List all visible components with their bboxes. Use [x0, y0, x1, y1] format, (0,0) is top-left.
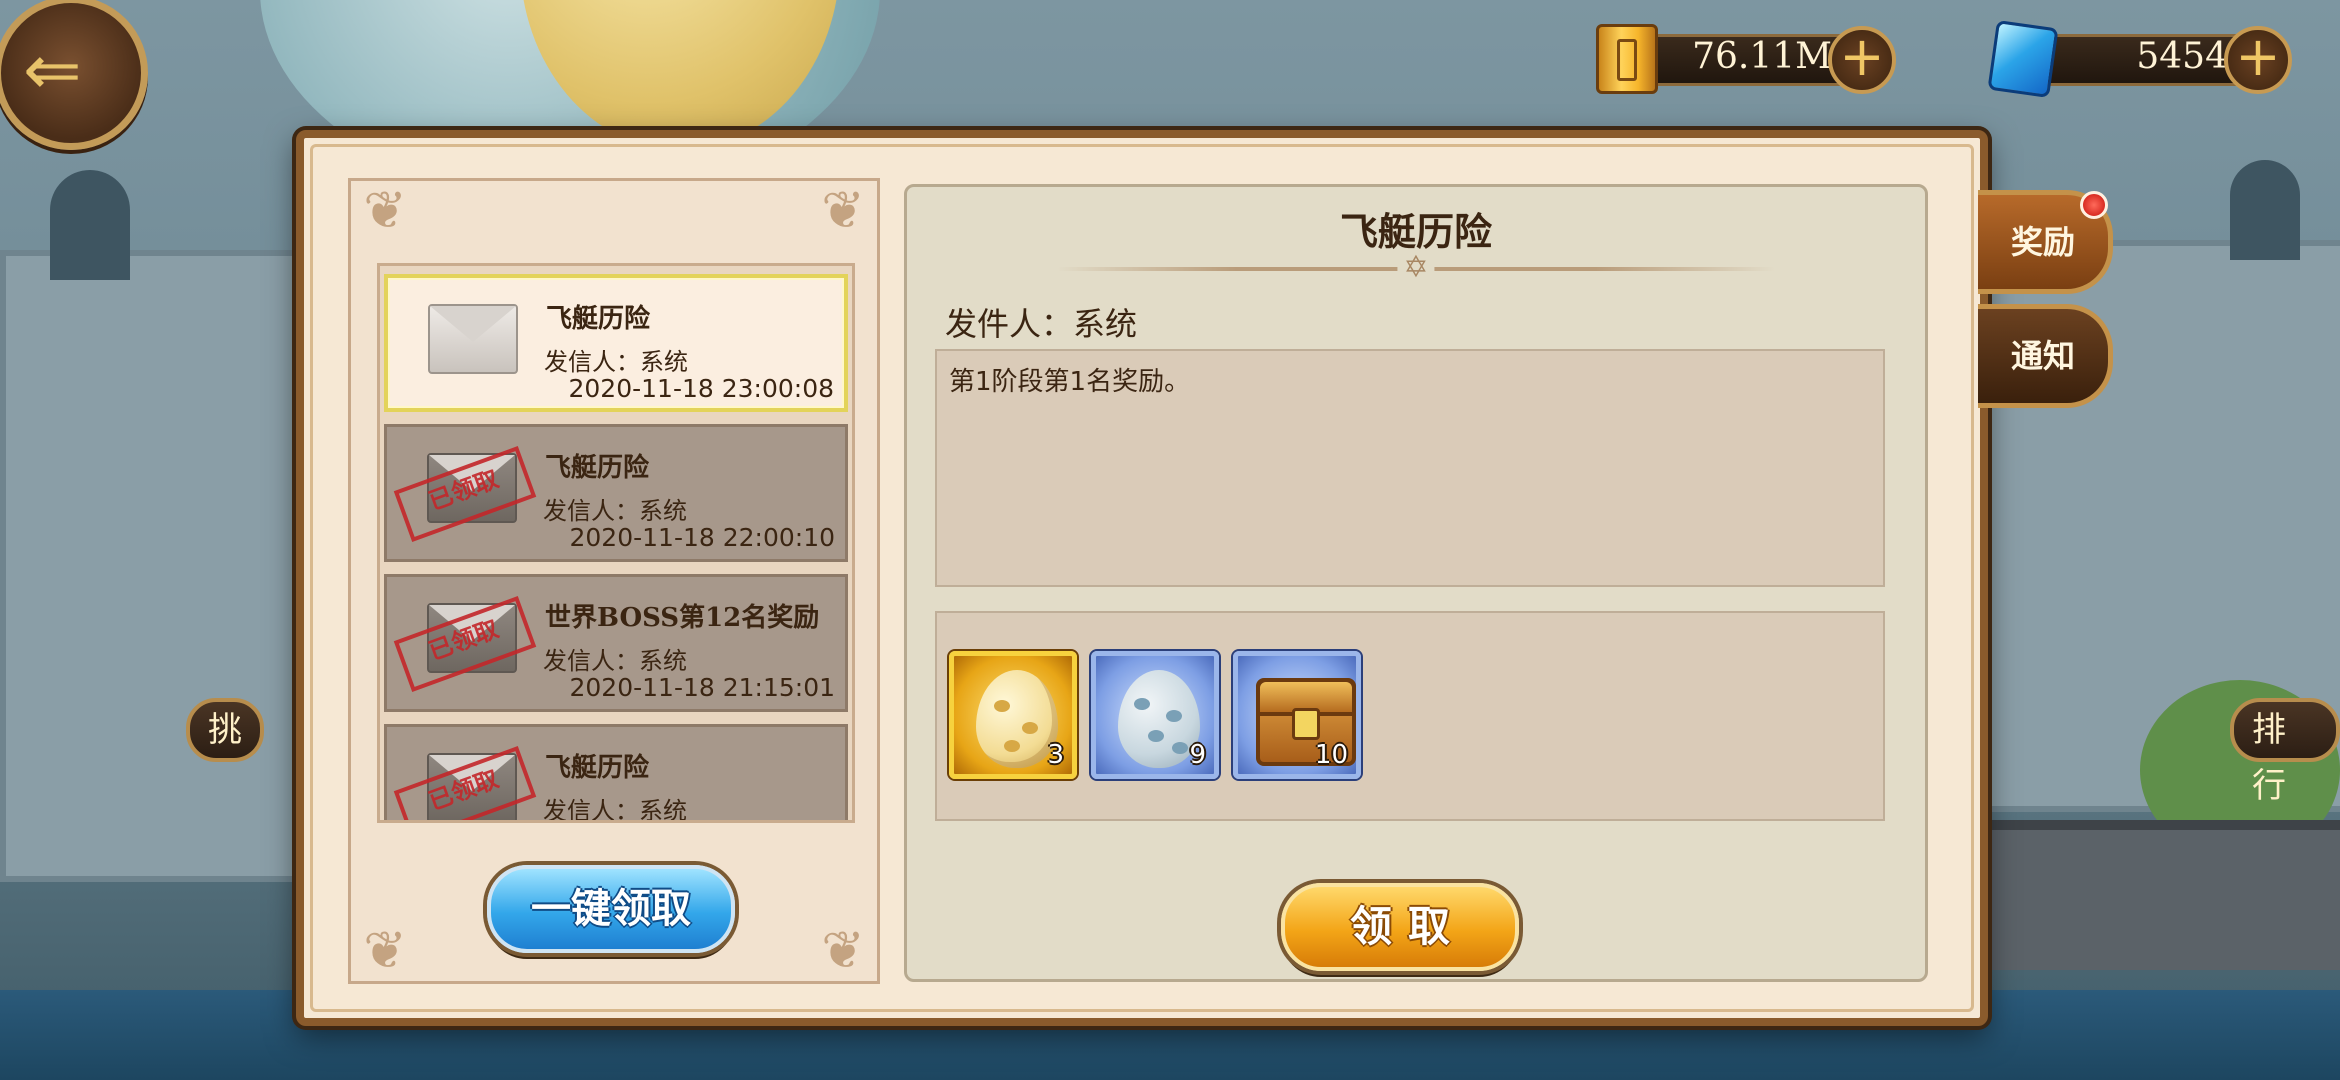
collect-button[interactable]: 领取	[1281, 883, 1519, 971]
mail-dialog: ❦ ❦ ❦ ❦ 飞艇历险 发信人：系统 2020-11-18 23:00:08 …	[296, 130, 1988, 1026]
tab-rewards[interactable]: 奖励	[1978, 190, 2113, 294]
mail-title: 飞艇历险	[546, 304, 651, 334]
tab-notices[interactable]: 通知	[1978, 304, 2113, 408]
add-gold-button[interactable]: +	[1828, 26, 1896, 94]
reward-item-golden-spiky-egg[interactable]: 3	[949, 651, 1077, 779]
mail-item[interactable]: 已领取 飞艇历险 发信人：系统 2020-11-18 22:00:10	[384, 424, 848, 562]
reward-count: 9	[1189, 740, 1206, 770]
mail-list[interactable]: 飞艇历险 发信人：系统 2020-11-18 23:00:08 已领取 飞艇历险…	[377, 263, 855, 823]
mail-title: 世界BOSS第12名奖励	[545, 603, 820, 633]
notification-dot	[2080, 191, 2108, 219]
challenge-button-partial[interactable]: 挑	[186, 698, 264, 762]
mail-sender: 发信人：系统	[543, 797, 687, 823]
castle-window	[2230, 160, 2300, 260]
mail-item-selected[interactable]: 飞艇历险 发信人：系统 2020-11-18 23:00:08	[384, 274, 848, 412]
mail-sender: 发信人：系统	[543, 497, 687, 525]
open-envelope-icon	[428, 304, 518, 374]
star-ornament-icon: ✡	[1397, 250, 1435, 285]
title-divider: ✡	[1057, 250, 1775, 285]
gold-amount: 76.11M	[1692, 36, 1832, 77]
mail-detail-title: 飞艇历险	[1339, 209, 1492, 254]
mail-list-panel: ❦ ❦ ❦ ❦ 飞艇历险 发信人：系统 2020-11-18 23:00:08 …	[348, 178, 880, 984]
gem-amount: 5454	[2136, 36, 2228, 77]
mail-item[interactable]: 已领取 世界BOSS第12名奖励 发信人：系统 2020-11-18 21:15…	[384, 574, 848, 712]
mail-sender: 发信人：系统	[543, 647, 687, 675]
corner-ornament-icon: ❦	[821, 921, 865, 981]
mail-title: 飞艇历险	[545, 453, 650, 483]
collect-all-button[interactable]: 一键领取	[487, 865, 735, 953]
corner-ornament-icon: ❦	[821, 181, 865, 241]
mail-sender: 发信人：系统	[544, 348, 688, 376]
ranking-button-partial[interactable]: 排行	[2230, 698, 2340, 806]
reward-items-box: 3 9 10	[935, 611, 1885, 821]
mail-body-box: 第1阶段第1名奖励。	[935, 349, 1885, 587]
mail-item[interactable]: 已领取 飞艇历险 发信人：系统	[384, 724, 848, 823]
gold-currency: 76.11M +	[1596, 24, 1896, 94]
back-arrow-icon: ⇐	[23, 29, 82, 111]
mail-title: 飞艇历险	[545, 753, 650, 783]
golden-spiky-egg-icon	[976, 670, 1058, 768]
mail-detail-sender: 发件人：系统	[945, 305, 1138, 343]
corner-ornament-icon: ❦	[363, 921, 407, 981]
blue-gem-icon	[1987, 20, 2059, 98]
mail-detail-panel: 飞艇历险 ✡ 发件人：系统 第1阶段第1名奖励。 3 9 10 领取	[904, 184, 1928, 982]
castle-window	[50, 170, 130, 280]
gold-coin-icon	[1596, 24, 1658, 94]
mail-time: 2020-11-18 22:00:10	[569, 523, 835, 552]
tab-rewards-label: 奖励	[2010, 223, 2075, 261]
reward-count: 10	[1314, 740, 1348, 770]
reward-item-treasure-chest[interactable]: 10	[1233, 651, 1361, 779]
reward-item-blue-spotted-egg[interactable]: 9	[1091, 651, 1219, 779]
tab-notices-label: 通知	[2010, 337, 2075, 375]
castle-wall-left	[0, 250, 312, 882]
mail-body-text: 第1阶段第1名奖励。	[949, 367, 1191, 397]
corner-ornament-icon: ❦	[363, 181, 407, 241]
mail-time: 2020-11-18 21:15:01	[569, 673, 835, 702]
blue-spotted-egg-icon	[1118, 670, 1200, 768]
add-gems-button[interactable]: +	[2224, 26, 2292, 94]
reward-count: 3	[1047, 740, 1064, 770]
gem-currency: 5454 +	[1987, 20, 2292, 98]
mail-time: 2020-11-18 23:00:08	[568, 374, 834, 403]
